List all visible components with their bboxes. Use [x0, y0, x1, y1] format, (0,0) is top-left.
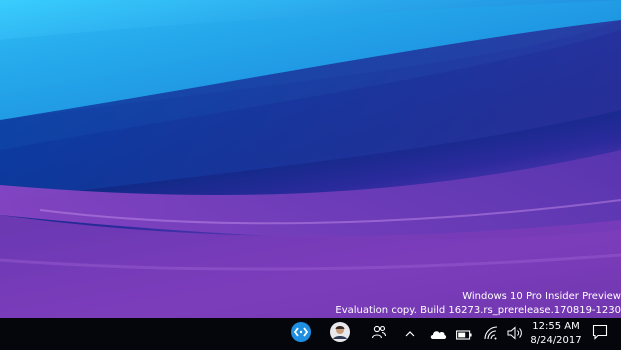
people-button[interactable]	[370, 318, 388, 350]
show-hidden-icons-button[interactable]	[403, 318, 417, 350]
watermark-line-2: Evaluation copy. Build 16273.rs_prerelea…	[335, 305, 621, 316]
evaluation-watermark: Windows 10 Pro Insider Preview Evaluatio…	[0, 290, 621, 318]
onedrive-button[interactable]	[428, 318, 448, 350]
avatar-button[interactable]	[328, 318, 352, 350]
battery-button[interactable]	[454, 318, 474, 350]
battery-icon	[456, 325, 472, 344]
wifi-button[interactable]	[482, 318, 500, 350]
volume-icon	[507, 325, 523, 344]
wifi-icon	[483, 325, 499, 344]
chevron-up-icon	[404, 325, 416, 344]
remote-desktop-icon	[290, 321, 312, 347]
clock-time: 12:55 AM	[532, 321, 580, 332]
onedrive-cloud-icon	[429, 325, 447, 344]
watermark-line-1: Windows 10 Pro Insider Preview	[462, 291, 621, 302]
taskbar: 12:55 AM 8/24/2017	[0, 318, 621, 350]
user-avatar-icon	[329, 321, 351, 347]
desktop-wallpaper: Windows 10 Pro Insider Preview Evaluatio…	[0, 0, 621, 318]
people-icon	[371, 324, 387, 344]
wallpaper-waves	[0, 0, 621, 318]
volume-button[interactable]	[506, 318, 524, 350]
action-center-button[interactable]	[590, 318, 610, 350]
remote-desktop-button[interactable]	[289, 318, 313, 350]
clock-date: 8/24/2017	[530, 335, 582, 346]
notification-icon	[592, 324, 608, 344]
taskbar-clock[interactable]: 12:55 AM 8/24/2017	[526, 320, 586, 348]
